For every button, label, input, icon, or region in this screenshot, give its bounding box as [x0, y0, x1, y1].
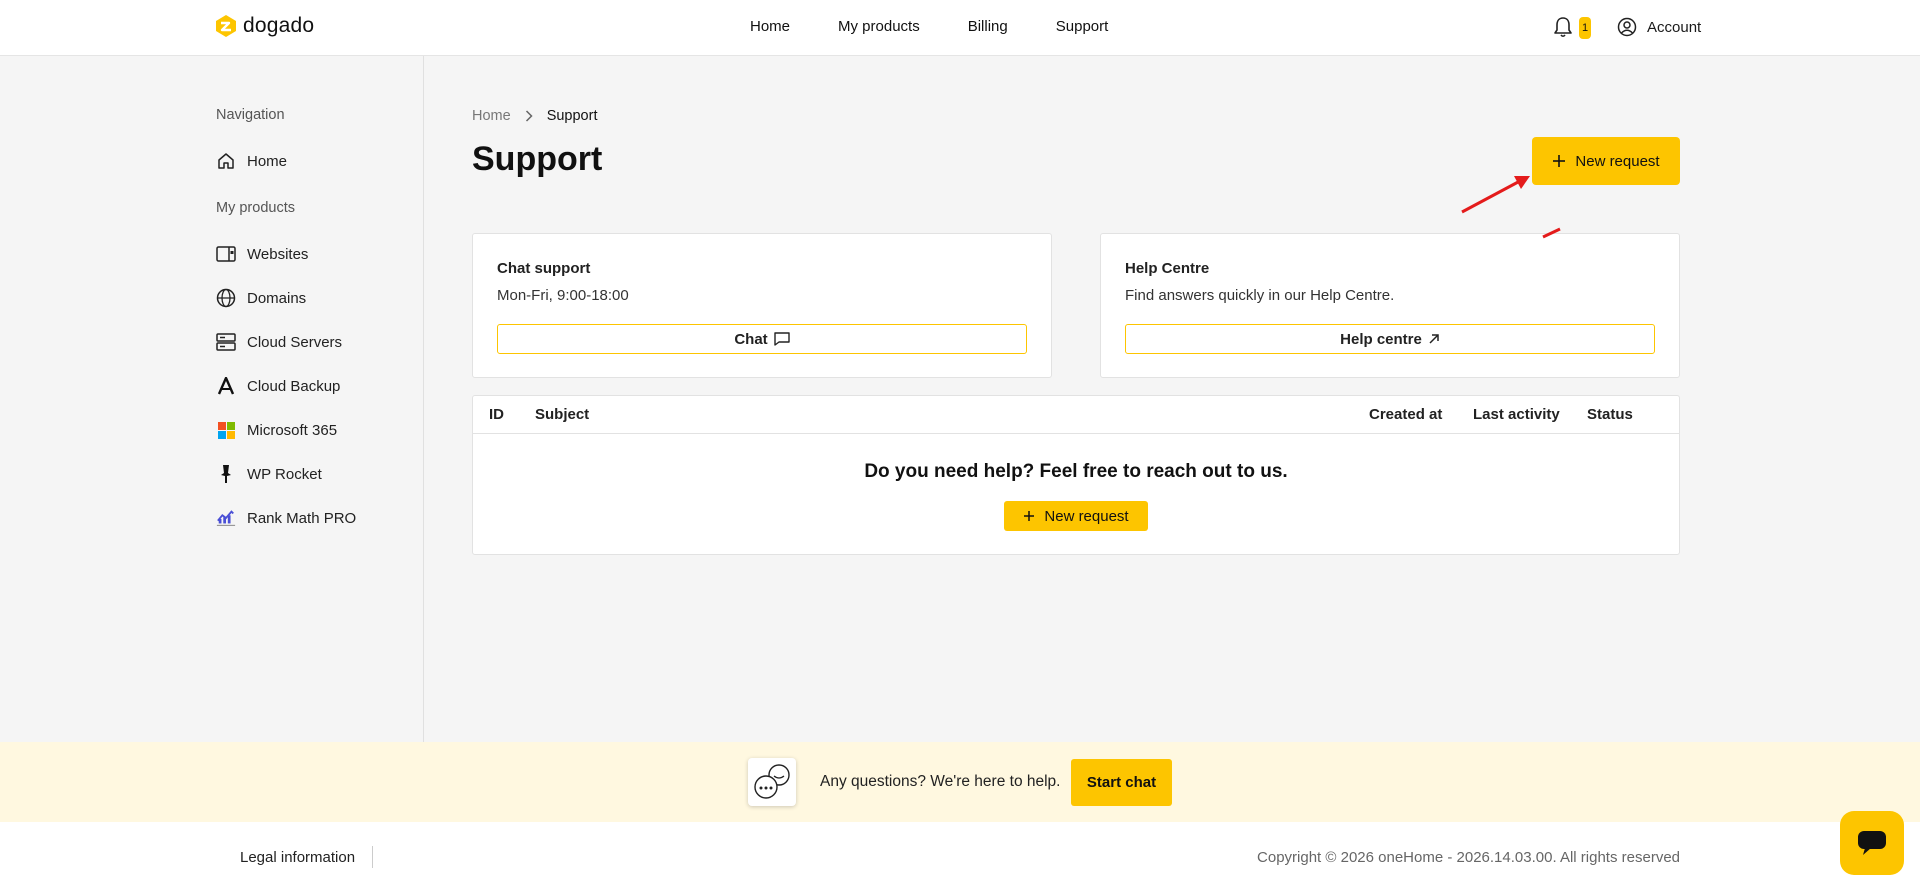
- sidebar-item-label: Microsoft 365: [247, 421, 338, 439]
- sidebar-item-cloud-servers[interactable]: Cloud Servers: [216, 332, 342, 352]
- support-requests-table: ID Subject Created at Last activity Stat…: [472, 395, 1680, 555]
- home-icon: [216, 151, 236, 171]
- empty-new-request-button[interactable]: New request: [1004, 501, 1148, 531]
- account-label: Account: [1647, 18, 1702, 36]
- breadcrumb-home[interactable]: Home: [472, 108, 511, 124]
- sidebar-item-label: Domains: [247, 289, 307, 307]
- sidebar-item-microsoft-365[interactable]: Microsoft 365: [216, 420, 337, 440]
- new-request-button[interactable]: New request: [1532, 137, 1680, 185]
- column-subject[interactable]: Subject: [535, 406, 589, 423]
- sidebar-item-cloud-backup[interactable]: Cloud Backup: [216, 376, 340, 396]
- help-centre-title: Help Centre: [1125, 260, 1210, 277]
- bell-icon[interactable]: [1553, 16, 1573, 38]
- sidebar-item-label: Cloud Servers: [247, 333, 343, 351]
- brand-logo[interactable]: dogado: [215, 14, 314, 38]
- top-nav: Home My products Billing Support: [750, 18, 1108, 35]
- website-icon: [216, 244, 236, 264]
- brand-name: dogado: [243, 14, 315, 37]
- page-title: Support: [472, 140, 603, 178]
- microsoft-icon: [216, 420, 236, 440]
- server-icon: [216, 332, 236, 352]
- chat-launcher-button[interactable]: [1840, 811, 1904, 875]
- sidebar-heading-products: My products: [216, 200, 295, 216]
- chat-bubble-icon: [773, 332, 790, 346]
- sidebar-item-label: Rank Math PRO: [247, 509, 357, 527]
- empty-new-request-label: New request: [1044, 507, 1129, 525]
- sidebar-item-home[interactable]: Home: [216, 151, 287, 171]
- chat-button-label: Chat: [734, 330, 768, 348]
- chat-support-title: Chat support: [497, 260, 591, 277]
- chat-icon: [1858, 831, 1886, 855]
- legal-information-link[interactable]: Legal information: [240, 849, 355, 866]
- start-chat-button[interactable]: Start chat: [1071, 759, 1172, 806]
- column-last-activity[interactable]: Last activity: [1473, 406, 1560, 423]
- sidebar-item-label: Websites: [247, 245, 309, 263]
- chevron-right-icon: [525, 110, 533, 122]
- sidebar-item-label: WP Rocket: [247, 465, 322, 483]
- sidebar-heading-navigation: Navigation: [216, 107, 285, 123]
- help-centre-button[interactable]: Help centre: [1125, 324, 1655, 354]
- chat-support-card: Chat support Mon-Fri, 9:00-18:00 Chat: [472, 233, 1052, 378]
- help-centre-description: Find answers quickly in our Help Centre.: [1125, 287, 1395, 304]
- topnav-support[interactable]: Support: [1056, 18, 1109, 35]
- footer: Legal information Copyright © 2026 oneHo…: [0, 822, 1920, 891]
- sidebar-item-wp-rocket[interactable]: WP Rocket: [216, 464, 322, 484]
- help-centre-button-label: Help centre: [1340, 330, 1422, 348]
- empty-state-message: Do you need help? Feel free to reach out…: [864, 461, 1288, 482]
- notification-badge: 1: [1579, 17, 1591, 39]
- help-centre-card: Help Centre Find answers quickly in our …: [1100, 233, 1680, 378]
- account-menu[interactable]: Account: [1617, 17, 1701, 37]
- dogado-logo-icon: [216, 15, 236, 37]
- chat-bubbles-icon: [748, 758, 796, 806]
- rankmath-icon: [216, 508, 236, 528]
- topnav-billing[interactable]: Billing: [968, 18, 1008, 35]
- rocket-icon: [216, 464, 236, 484]
- user-circle-icon: [1617, 17, 1637, 37]
- globe-icon: [216, 288, 236, 308]
- new-request-label: New request: [1575, 152, 1660, 170]
- sidebar-item-websites[interactable]: Websites: [216, 244, 308, 264]
- chat-banner: Any questions? We're here to help. Start…: [0, 742, 1920, 822]
- backup-icon: [216, 376, 236, 396]
- breadcrumb-current: Support: [546, 108, 598, 124]
- chat-button[interactable]: Chat: [497, 324, 1027, 354]
- sidebar-item-label: Cloud Backup: [247, 377, 341, 395]
- external-link-icon: [1429, 334, 1439, 344]
- table-header: ID Subject Created at Last activity Stat…: [473, 396, 1679, 434]
- plus-icon: [1024, 511, 1035, 521]
- topnav-my-products[interactable]: My products: [838, 18, 920, 35]
- column-status[interactable]: Status: [1587, 406, 1633, 423]
- copyright-text: Copyright © 2026 oneHome - 2026.14.03.00…: [1257, 849, 1680, 866]
- breadcrumb: Home Support: [472, 108, 597, 124]
- sidebar: [0, 56, 424, 742]
- column-id[interactable]: ID: [489, 406, 504, 423]
- topnav-home[interactable]: Home: [750, 18, 790, 35]
- sidebar-item-rank-math-pro[interactable]: Rank Math PRO: [216, 508, 356, 528]
- sidebar-item-label: Home: [247, 152, 288, 170]
- chat-banner-text: Any questions? We're here to help.: [820, 773, 1061, 790]
- plus-icon: [1553, 155, 1566, 167]
- sidebar-item-domains[interactable]: Domains: [216, 288, 306, 308]
- footer-divider: [372, 846, 373, 868]
- chat-support-hours: Mon-Fri, 9:00-18:00: [497, 287, 629, 304]
- top-header: dogado Home My products Billing Support …: [0, 0, 1920, 56]
- column-created-at[interactable]: Created at: [1369, 406, 1442, 423]
